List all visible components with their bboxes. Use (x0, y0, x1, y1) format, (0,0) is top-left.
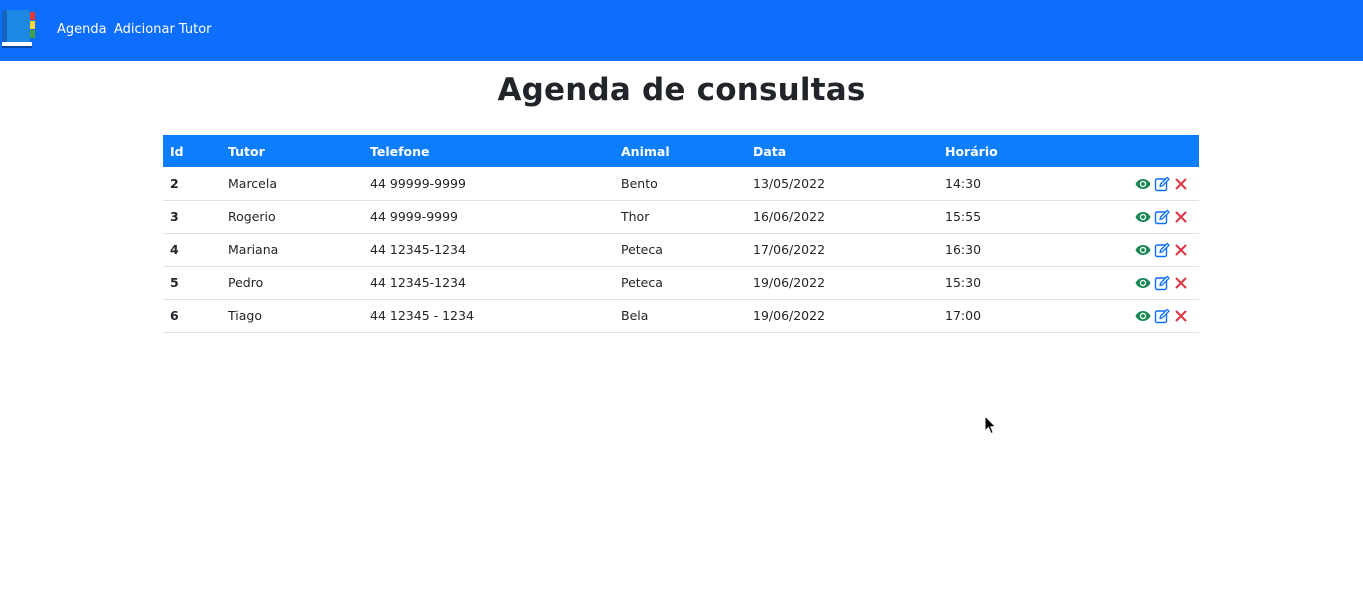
cell-animal: Thor (614, 200, 746, 234)
close-icon (1173, 242, 1189, 258)
cell-telefone: 44 12345-1234 (363, 266, 614, 300)
view-button[interactable] (1135, 275, 1151, 291)
view-button[interactable] (1135, 209, 1151, 225)
cell-tutor: Rogerio (221, 200, 363, 234)
column-header-tutor: Tutor (228, 143, 265, 159)
column-header-id: Id (170, 143, 184, 159)
cell-actions (1118, 299, 1199, 333)
table-row: 6 Tiago 44 12345 - 1234 Bela 19/06/2022 17:00 (163, 299, 1199, 333)
edit-icon (1154, 209, 1170, 225)
cell-data: 17/06/2022 (746, 233, 938, 267)
column-header-horario: Horário (945, 143, 998, 159)
eye-icon (1135, 176, 1151, 192)
cell-horario: 16:30 (938, 233, 1118, 267)
edit-icon (1154, 275, 1170, 291)
edit-button[interactable] (1154, 242, 1170, 258)
table-row: 5 Pedro 44 12345-1234 Peteca 19/06/2022 15:30 (163, 266, 1199, 300)
table-row: 2 Marcela 44 99999-9999 Bento 13/05/2022 14:3… (163, 167, 1199, 201)
close-icon (1173, 275, 1189, 291)
cell-horario: 15:30 (938, 266, 1118, 300)
navbar: Agenda Adicionar Tutor (0, 0, 1363, 61)
close-icon (1173, 176, 1189, 192)
cell-telefone: 44 99999-9999 (363, 167, 614, 201)
view-button[interactable] (1135, 176, 1151, 192)
cell-actions (1118, 167, 1199, 201)
cell-telefone: 44 9999-9999 (363, 200, 614, 234)
cell-id: 3 (163, 200, 221, 234)
table-header-row: Id Tutor Telefone Animal Data Horário (163, 135, 1199, 167)
cell-animal: Peteca (614, 266, 746, 300)
delete-button[interactable] (1173, 308, 1189, 324)
view-button[interactable] (1135, 242, 1151, 258)
mouse-cursor-icon (984, 414, 998, 435)
nav-link-adicionar-tutor[interactable]: Adicionar Tutor (114, 22, 212, 37)
cell-id: 6 (163, 299, 221, 333)
delete-button[interactable] (1173, 242, 1189, 258)
cell-animal: Bela (614, 299, 746, 333)
eye-icon (1135, 308, 1151, 324)
column-header-telefone: Telefone (370, 143, 430, 159)
cell-actions (1118, 233, 1199, 267)
eye-icon (1135, 209, 1151, 225)
cell-tutor: Pedro (221, 266, 363, 300)
cell-animal: Peteca (614, 233, 746, 267)
edit-button[interactable] (1154, 308, 1170, 324)
nav-link-agenda[interactable]: Agenda (57, 22, 107, 37)
appointments-table: Id Tutor Telefone Animal Data Horário 2M… (163, 135, 1199, 333)
cell-tutor: Tiago (221, 299, 363, 333)
eye-icon (1135, 275, 1151, 291)
edit-icon (1154, 176, 1170, 192)
edit-button[interactable] (1154, 176, 1170, 192)
cell-data: 19/06/2022 (746, 299, 938, 333)
cell-data: 13/05/2022 (746, 167, 938, 201)
edit-icon (1154, 242, 1170, 258)
cell-horario: 15:55 (938, 200, 1118, 234)
cell-animal: Bento (614, 167, 746, 201)
cell-actions (1118, 200, 1199, 234)
close-icon (1173, 209, 1189, 225)
column-header-actions (1118, 135, 1199, 167)
cell-actions (1118, 266, 1199, 300)
cell-id: 4 (163, 233, 221, 267)
delete-button[interactable] (1173, 176, 1189, 192)
appointments-table-container: Id Tutor Telefone Animal Data Horário 2M… (163, 135, 1199, 333)
table-body: 2 Marcela 44 99999-9999 Bento 13/05/2022 14:3… (163, 167, 1199, 333)
view-button[interactable] (1135, 308, 1151, 324)
close-icon (1173, 308, 1189, 324)
cell-data: 19/06/2022 (746, 266, 938, 300)
edit-icon (1154, 308, 1170, 324)
cell-horario: 17:00 (938, 299, 1118, 333)
cell-horario: 14:30 (938, 167, 1118, 201)
delete-button[interactable] (1173, 275, 1189, 291)
page-title: Agenda de consultas (497, 72, 866, 108)
cell-id: 2 (163, 167, 221, 201)
cell-id: 5 (163, 266, 221, 300)
agenda-book-icon[interactable] (0, 8, 38, 52)
eye-icon (1135, 242, 1151, 258)
edit-button[interactable] (1154, 275, 1170, 291)
table-row: 4 Mariana 44 12345-1234 Peteca 17/06/2022 16:… (163, 233, 1199, 267)
cell-tutor: Mariana (221, 233, 363, 267)
cell-telefone: 44 12345-1234 (363, 233, 614, 267)
cell-data: 16/06/2022 (746, 200, 938, 234)
edit-button[interactable] (1154, 209, 1170, 225)
table-row: 3 Rogerio 44 9999-9999 Thor 16/06/2022 15:55 (163, 200, 1199, 234)
cell-telefone: 44 12345 - 1234 (363, 299, 614, 333)
delete-button[interactable] (1173, 209, 1189, 225)
cell-tutor: Marcela (221, 167, 363, 201)
column-header-animal: Animal (621, 143, 670, 159)
column-header-data: Data (753, 143, 787, 159)
